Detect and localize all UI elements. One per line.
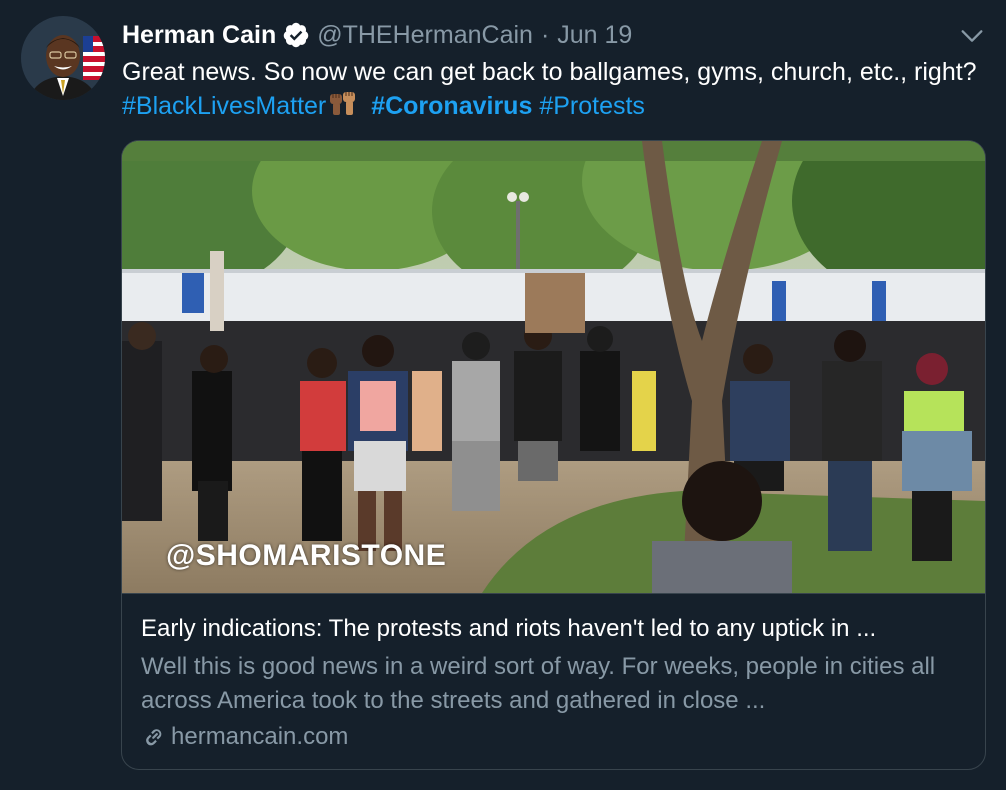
author-handle[interactable]: @THEHermanCain bbox=[317, 18, 533, 52]
tweet-date[interactable]: Jun 19 bbox=[557, 18, 632, 52]
tweet[interactable]: Herman Cain @THEHermanCain · Jun 19 Grea… bbox=[0, 0, 1006, 790]
card-text[interactable]: Early indications: The protests and riot… bbox=[122, 593, 985, 769]
avatar[interactable] bbox=[21, 16, 105, 100]
link-card[interactable]: @SHOMARISTONE Early indications: The pro… bbox=[121, 140, 986, 770]
verified-badge-icon bbox=[283, 22, 309, 48]
card-image[interactable]: @SHOMARISTONE bbox=[122, 141, 985, 593]
raised-fists-emoji bbox=[330, 92, 356, 115]
link-icon bbox=[146, 729, 162, 746]
tweet-text: Great news. So now we can get back to ba… bbox=[122, 55, 982, 123]
card-domain[interactable]: hermancain.com bbox=[141, 720, 348, 754]
card-description: Well this is good news in a weird sort o… bbox=[141, 653, 936, 714]
tweet-header: Herman Cain @THEHermanCain · Jun 19 bbox=[122, 18, 632, 52]
hashtag-protests[interactable]: #Protests bbox=[539, 92, 645, 120]
hashtag-blacklivesmatter[interactable]: #BlackLivesMatter bbox=[122, 92, 326, 120]
tweet-body: Great news. So now we can get back to ba… bbox=[122, 58, 977, 86]
separator-dot: · bbox=[540, 21, 550, 49]
card-title[interactable]: Early indications: The protests and riot… bbox=[141, 612, 971, 646]
author-name[interactable]: Herman Cain bbox=[122, 18, 276, 52]
hashtag-coronavirus[interactable]: #Coronavirus bbox=[371, 92, 532, 120]
chevron-down-icon[interactable] bbox=[958, 22, 986, 50]
video-watermark: @SHOMARISTONE bbox=[166, 539, 447, 572]
card-domain-text[interactable]: hermancain.com bbox=[171, 723, 348, 751]
